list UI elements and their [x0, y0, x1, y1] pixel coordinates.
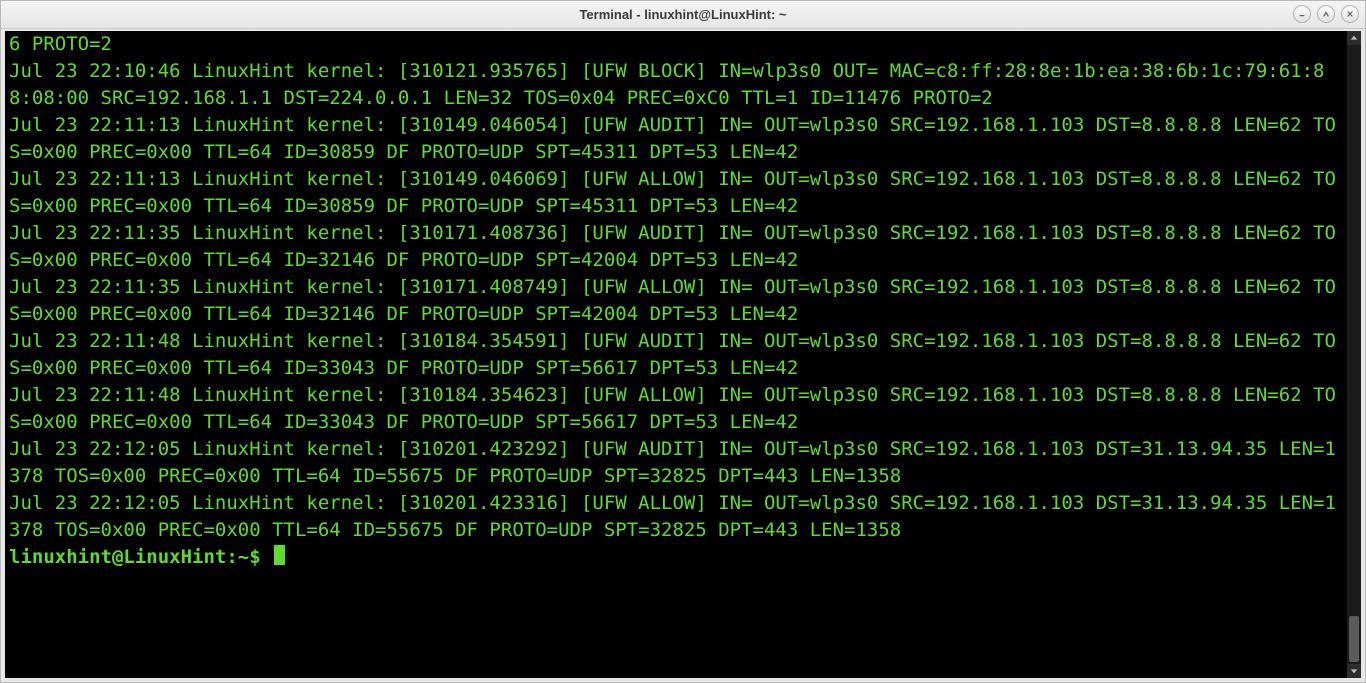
scroll-thumb[interactable]: [1349, 616, 1359, 662]
scroll-down-button[interactable]: [1347, 664, 1361, 678]
window-controls: [1293, 5, 1359, 23]
chevron-up-icon: [1350, 34, 1358, 42]
prompt-path: ~: [238, 546, 249, 568]
shell-prompt[interactable]: linuxhint@LinuxHint:~$: [9, 546, 285, 568]
prompt-user-host: linuxhint@LinuxHint: [9, 546, 226, 568]
prompt-symbol: $: [249, 546, 272, 568]
minimize-button[interactable]: [1293, 5, 1311, 23]
scrollbar[interactable]: [1347, 31, 1361, 678]
chevron-down-icon: [1350, 667, 1358, 675]
prompt-colon: :: [226, 546, 237, 568]
window-title: Terminal - linuxhint@LinuxHint: ~: [1, 7, 1365, 22]
maximize-icon: [1322, 10, 1330, 18]
log-line: Jul 23 22:11:13 LinuxHint kernel: [31014…: [9, 168, 1336, 217]
log-line: Jul 23 22:12:05 LinuxHint kernel: [31020…: [9, 492, 1336, 541]
log-line: Jul 23 22:11:35 LinuxHint kernel: [31017…: [9, 222, 1336, 271]
terminal-window: Terminal - linuxhint@LinuxHint: ~ 6 PROT…: [0, 0, 1366, 683]
titlebar: Terminal - linuxhint@LinuxHint: ~: [1, 1, 1365, 29]
log-line: 6 PROTO=2: [9, 33, 112, 55]
log-line: Jul 23 22:11:48 LinuxHint kernel: [31018…: [9, 330, 1336, 379]
terminal-output[interactable]: 6 PROTO=2 Jul 23 22:10:46 LinuxHint kern…: [5, 31, 1347, 678]
log-line: Jul 23 22:11:13 LinuxHint kernel: [31014…: [9, 114, 1336, 163]
scroll-up-button[interactable]: [1347, 31, 1361, 45]
log-line: Jul 23 22:10:46 LinuxHint kernel: [31012…: [9, 60, 1324, 109]
log-line: Jul 23 22:12:05 LinuxHint kernel: [31020…: [9, 438, 1336, 487]
terminal-area[interactable]: 6 PROTO=2 Jul 23 22:10:46 LinuxHint kern…: [5, 31, 1361, 678]
close-button[interactable]: [1341, 5, 1359, 23]
maximize-button[interactable]: [1317, 5, 1335, 23]
minimize-icon: [1298, 10, 1306, 18]
cursor: [274, 545, 285, 565]
log-line: Jul 23 22:11:35 LinuxHint kernel: [31017…: [9, 276, 1336, 325]
close-icon: [1346, 10, 1354, 18]
log-line: Jul 23 22:11:48 LinuxHint kernel: [31018…: [9, 384, 1336, 433]
